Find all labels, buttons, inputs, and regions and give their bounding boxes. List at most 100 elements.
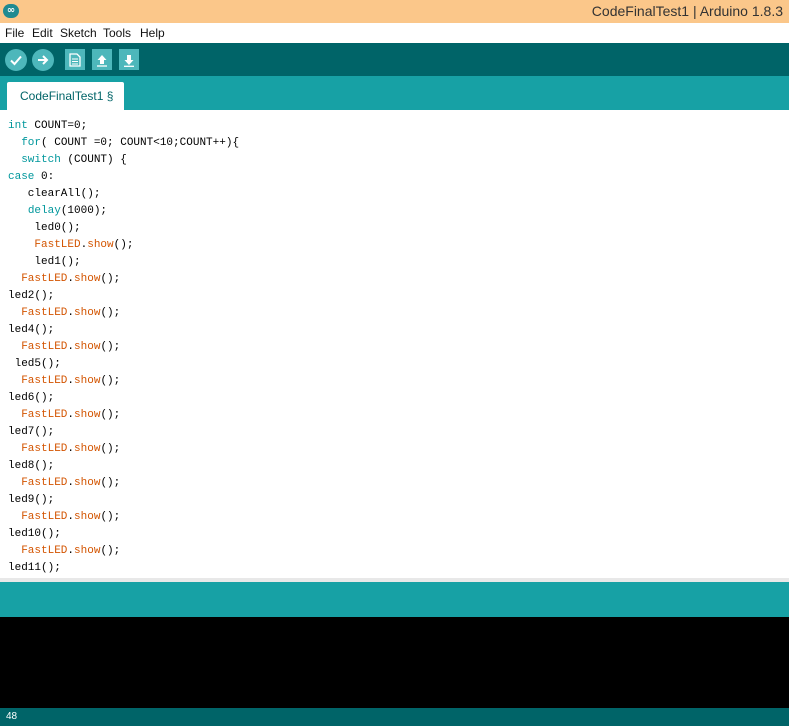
code-keyword: int	[8, 120, 28, 132]
code-editor[interactable]: int COUNT=0; for( COUNT =0; COUNT<10;COU…	[0, 110, 789, 582]
open-icon	[97, 54, 107, 67]
footer-bar: 48	[0, 708, 789, 726]
code-function: FastLED	[21, 511, 68, 523]
code-keyword: case	[8, 171, 35, 183]
code-text: ();	[100, 511, 121, 523]
code-text: ();	[100, 545, 121, 557]
code-line: led8();	[8, 458, 54, 475]
code-line: FastLED.show();	[8, 407, 120, 424]
code-function: show	[74, 409, 101, 421]
code-line: case 0:	[8, 169, 54, 186]
code-text: 0:	[34, 171, 55, 183]
menu-help[interactable]: Help	[140, 25, 165, 41]
code-line: led0();	[8, 220, 81, 237]
code-line: led9();	[8, 492, 54, 509]
status-bar	[0, 582, 789, 617]
arrow-right-icon	[38, 55, 49, 65]
code-function: FastLED	[21, 273, 68, 285]
code-text: ();	[100, 273, 121, 285]
code-function: FastLED	[21, 409, 68, 421]
tab-codefinaltest1[interactable]: CodeFinalTest1 §	[7, 82, 124, 110]
code-text: led2();	[8, 290, 55, 302]
code-line: led7();	[8, 424, 54, 441]
code-line: FastLED.show();	[8, 373, 120, 390]
verify-button[interactable]	[5, 49, 27, 71]
open-button[interactable]	[92, 49, 112, 70]
code-function: show	[74, 307, 101, 319]
code-line: led5();	[8, 356, 61, 373]
code-line: led11();	[8, 560, 61, 577]
code-text: clearAll();	[8, 188, 101, 200]
code-text: led10();	[8, 528, 61, 540]
code-function: show	[74, 375, 101, 387]
code-text: led7();	[8, 426, 55, 438]
code-line: FastLED.show();	[8, 543, 120, 560]
code-text: led6();	[8, 392, 55, 404]
code-function: show	[74, 545, 101, 557]
code-line: led1();	[8, 254, 80, 271]
code-text: ();	[100, 409, 121, 421]
code-line: delay(1000);	[8, 203, 107, 220]
code-function: show	[74, 273, 101, 285]
code-function: show	[74, 477, 101, 489]
code-text: ();	[100, 307, 121, 319]
code-text: ();	[100, 477, 121, 489]
code-text: led9();	[8, 494, 55, 506]
line-number-indicator: 48	[6, 711, 18, 722]
code-line: FastLED.show();	[8, 271, 120, 288]
code-text: led0();	[8, 222, 81, 234]
code-text: led5();	[8, 358, 61, 370]
code-text: COUNT=0;	[27, 120, 88, 132]
check-icon	[10, 55, 22, 66]
new-sketch-button[interactable]	[65, 49, 85, 70]
code-line: FastLED.show();	[8, 509, 120, 526]
code-line: FastLED.show();	[8, 305, 120, 322]
code-line: led10();	[8, 526, 61, 543]
code-line: FastLED.show();	[8, 475, 120, 492]
code-line: led6();	[8, 390, 54, 407]
save-button[interactable]	[119, 49, 139, 70]
tab-strip: CodeFinalTest1 §	[0, 76, 789, 110]
menu-sketch[interactable]: Sketch	[60, 25, 97, 41]
upload-button[interactable]	[32, 49, 54, 71]
menu-tools[interactable]: Tools	[103, 25, 131, 41]
code-keyword: delay	[27, 205, 61, 217]
code-function: FastLED	[21, 341, 68, 353]
code-keyword: switch	[21, 154, 61, 166]
toolbar	[0, 43, 789, 76]
menu-bar: File Edit Sketch Tools Help	[0, 23, 789, 43]
code-line: led4();	[8, 322, 54, 339]
code-text: ();	[100, 443, 121, 455]
console-output[interactable]	[0, 617, 789, 708]
code-line: clearAll();	[8, 186, 101, 203]
code-text: ();	[100, 375, 121, 387]
code-function: FastLED	[21, 443, 68, 455]
code-text: (COUNT) {	[60, 154, 127, 166]
arduino-logo-icon: ∞	[3, 4, 19, 18]
title-bar: ∞ CodeFinalTest1 | Arduino 1.8.3	[0, 0, 789, 23]
code-function: FastLED	[21, 545, 68, 557]
code-function: show	[74, 443, 101, 455]
menu-file[interactable]: File	[5, 25, 24, 41]
code-text: led4();	[8, 324, 55, 336]
code-line: for( COUNT =0; COUNT<10;COUNT++){	[8, 135, 239, 152]
code-function: FastLED	[21, 375, 68, 387]
code-text: ();	[113, 239, 134, 251]
code-text: ( COUNT =0; COUNT<10;COUNT++){	[41, 137, 240, 149]
code-function: show	[74, 511, 101, 523]
new-file-icon	[69, 52, 81, 67]
menu-edit[interactable]: Edit	[32, 25, 53, 41]
code-text: led8();	[8, 460, 55, 472]
window-title: CodeFinalTest1 | Arduino 1.8.3	[591, 3, 783, 19]
code-text: ();	[100, 341, 121, 353]
